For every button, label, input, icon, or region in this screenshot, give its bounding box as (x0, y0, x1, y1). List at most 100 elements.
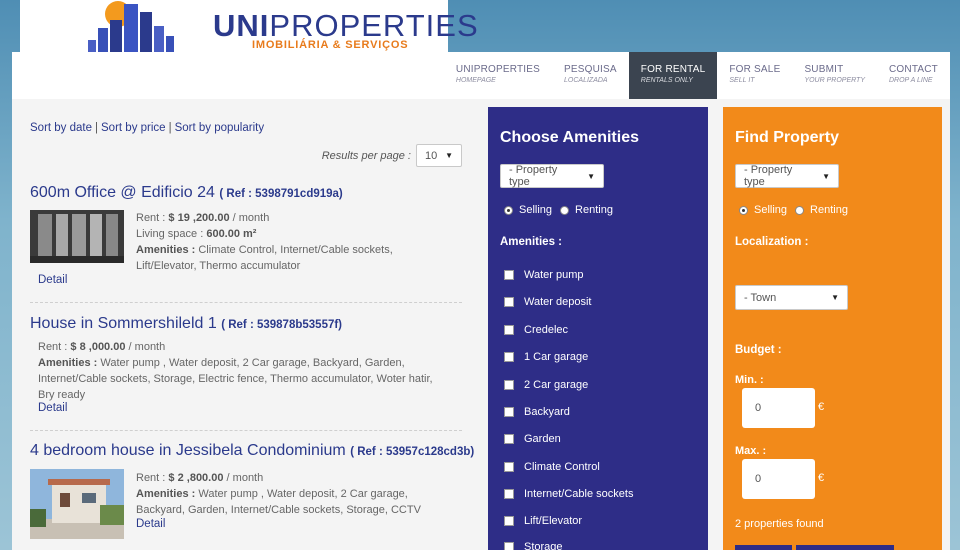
detail-link[interactable]: Detail (38, 402, 67, 414)
rent-value: $ 2 ,800.00 (168, 472, 224, 484)
amenity-checkbox-item[interactable]: Credelec (504, 324, 568, 336)
listing-card: House in Sommershileld 1 ( Ref : 539878b… (30, 315, 462, 414)
nav-label: SUBMIT (804, 64, 844, 75)
listing-ref: ( Ref : 5398791cd919a) (219, 188, 343, 200)
logo-title-bold: UNI (213, 8, 270, 43)
checkbox[interactable] (504, 462, 514, 472)
amenity-checkbox-item[interactable]: Water deposit (504, 296, 591, 308)
budget-label: Budget : (735, 344, 782, 356)
nav-sublabel: SELL IT (729, 77, 755, 84)
listing-ref: ( Ref : 539878b53557f) (221, 319, 343, 331)
results-per-page-label: Results per page : (321, 149, 411, 162)
sort-by-popularity-link[interactable]: Sort by popularity (175, 122, 265, 134)
sort-by-date-link[interactable]: Sort by date (30, 122, 92, 134)
nav-label: UNIPROPERTIES (455, 64, 541, 75)
amenity-label: Credelec (524, 324, 569, 336)
checkbox[interactable] (504, 270, 514, 280)
amenity-checkbox-item[interactable]: Lift/Elevator (504, 515, 582, 527)
amenity-label: Lift/Elevator (524, 515, 583, 527)
separator: | (95, 122, 99, 134)
amenities-label: Amenities : (500, 236, 562, 248)
amenity-checkbox-item[interactable]: 1 Car garage (504, 351, 588, 363)
detail-link[interactable]: Detail (136, 518, 165, 530)
amenity-checkbox-item[interactable]: 2 Car garage (504, 379, 588, 391)
nav-item-for-sale[interactable]: FOR SALE SELL IT (717, 52, 792, 99)
amenities-text: Water pump , Water deposit, 2 Car garage… (100, 357, 405, 369)
town-select[interactable]: - Town ▼ (735, 285, 848, 310)
amenities-text: Backyard, Garden, Internet/Cable sockets… (136, 504, 421, 516)
nav-item-for-rental[interactable]: FOR RENTAL RENTALS ONLY (628, 52, 718, 99)
property-type-select[interactable]: - Property type ▼ (735, 164, 839, 188)
checkbox[interactable] (504, 516, 514, 526)
checkbox[interactable] (504, 325, 514, 335)
localization-label: Localization : (735, 236, 809, 248)
listing-title[interactable]: 4 bedroom house in Jessibela Condominium… (30, 442, 474, 460)
renting-radio[interactable] (795, 205, 805, 215)
separator: | (168, 122, 172, 134)
listing-details: Rent : $ 2 ,800.00 / month Amenities : W… (136, 470, 462, 518)
nav-sublabel: HOMEPAGE (455, 77, 496, 84)
nav-label: PESQUISA (564, 64, 617, 75)
selling-radio[interactable] (739, 205, 748, 215)
checkbox[interactable] (504, 542, 514, 550)
sale-type-radios: Selling Renting (504, 204, 621, 216)
checkbox[interactable] (504, 434, 514, 444)
listing-title[interactable]: 600m Office @ Edificio 24 ( Ref : 539879… (30, 184, 462, 202)
currency-symbol: € (818, 401, 825, 413)
detail-link[interactable]: Detail (38, 274, 67, 286)
results-per-page-select[interactable]: 10 ▼ (416, 144, 462, 167)
amenities-text: Bry ready (38, 389, 86, 401)
nav-label: CONTACT (889, 64, 938, 75)
space-label: Living space : (136, 228, 204, 240)
rent-label: Rent : (136, 212, 166, 224)
reset-button[interactable] (796, 545, 894, 550)
main-nav: UNIPROPERTIES HOMEPAGE PESQUISA LOCALIZADA… (444, 52, 950, 99)
search-button[interactable] (735, 545, 792, 550)
logo-title-rest: PROPERTIES (269, 8, 479, 43)
amenities-text: Water pump , Water deposit, 2 Car garage… (198, 488, 408, 500)
listing-details: Rent : $ 19 ,200.00 / month Living space… (136, 210, 462, 274)
property-type-select[interactable]: - Property type ▼ (500, 164, 604, 188)
checkbox[interactable] (504, 297, 514, 307)
find-property-panel: Find Property - Property type ▼ Selling R… (723, 107, 942, 550)
listing-card: 600m Office @ Edificio 24 ( Ref : 539879… (30, 184, 462, 286)
amenity-label: 1 Car garage (524, 351, 589, 363)
checkbox[interactable] (504, 407, 514, 417)
sort-by-price-link[interactable]: Sort by price (101, 122, 166, 134)
amenity-checkbox-item[interactable]: Garden (504, 433, 561, 445)
house-photo (30, 469, 124, 539)
listing-card: 4 bedroom house in Jessibela Condominium… (30, 442, 474, 539)
results-per-page: Results per page : 10 ▼ (322, 144, 462, 167)
renting-radio[interactable] (560, 205, 570, 215)
amenity-checkbox-item[interactable]: Storage (504, 541, 563, 550)
checkbox[interactable] (504, 380, 514, 390)
min-label: Min. : (735, 374, 764, 386)
main-container: UNIPROPERTIES HOMEPAGE PESQUISA LOCALIZADA… (12, 52, 950, 550)
selling-label: Selling (754, 204, 788, 216)
nav-item-pesquisa[interactable]: PESQUISA LOCALIZADA (552, 52, 629, 99)
amenity-checkbox-item[interactable]: Water pump (504, 269, 584, 281)
checkbox[interactable] (504, 489, 514, 499)
checkbox[interactable] (504, 352, 514, 362)
nav-item-unipro[interactable]: UNIPROPERTIES HOMEPAGE (444, 52, 552, 99)
nav-item-contact[interactable]: CONTACT DROP A LINE (877, 52, 950, 99)
listing-title[interactable]: House in Sommershileld 1 ( Ref : 539878b… (30, 315, 462, 333)
listing-photo[interactable] (30, 469, 124, 539)
selling-radio[interactable] (504, 205, 513, 215)
amenity-label: Garden (524, 433, 561, 445)
listing-photo[interactable] (30, 210, 124, 263)
nav-item-submit[interactable]: SUBMIT YOUR PROPERTY (792, 52, 877, 99)
amenities-label: Amenities : (38, 357, 98, 369)
amenity-checkbox-item[interactable]: Internet/Cable sockets (504, 488, 633, 500)
amenity-checkbox-item[interactable]: Climate Control (504, 461, 600, 473)
max-budget-input[interactable]: 0 (742, 459, 815, 499)
amenities-text: Climate Control, Internet/Cable sockets, (198, 244, 393, 256)
amenities-label: Amenities : (136, 244, 196, 256)
amenity-checkbox-item[interactable]: Backyard (504, 406, 570, 418)
rent-label: Rent : (38, 341, 68, 353)
listing-title-text: 4 bedroom house in Jessibela Condominium (30, 442, 346, 459)
min-budget-input[interactable]: 0 (742, 388, 815, 428)
chevron-down-icon: ▼ (831, 293, 839, 302)
find-property-title: Find Property (735, 129, 840, 146)
amenity-label: Storage (524, 541, 563, 550)
